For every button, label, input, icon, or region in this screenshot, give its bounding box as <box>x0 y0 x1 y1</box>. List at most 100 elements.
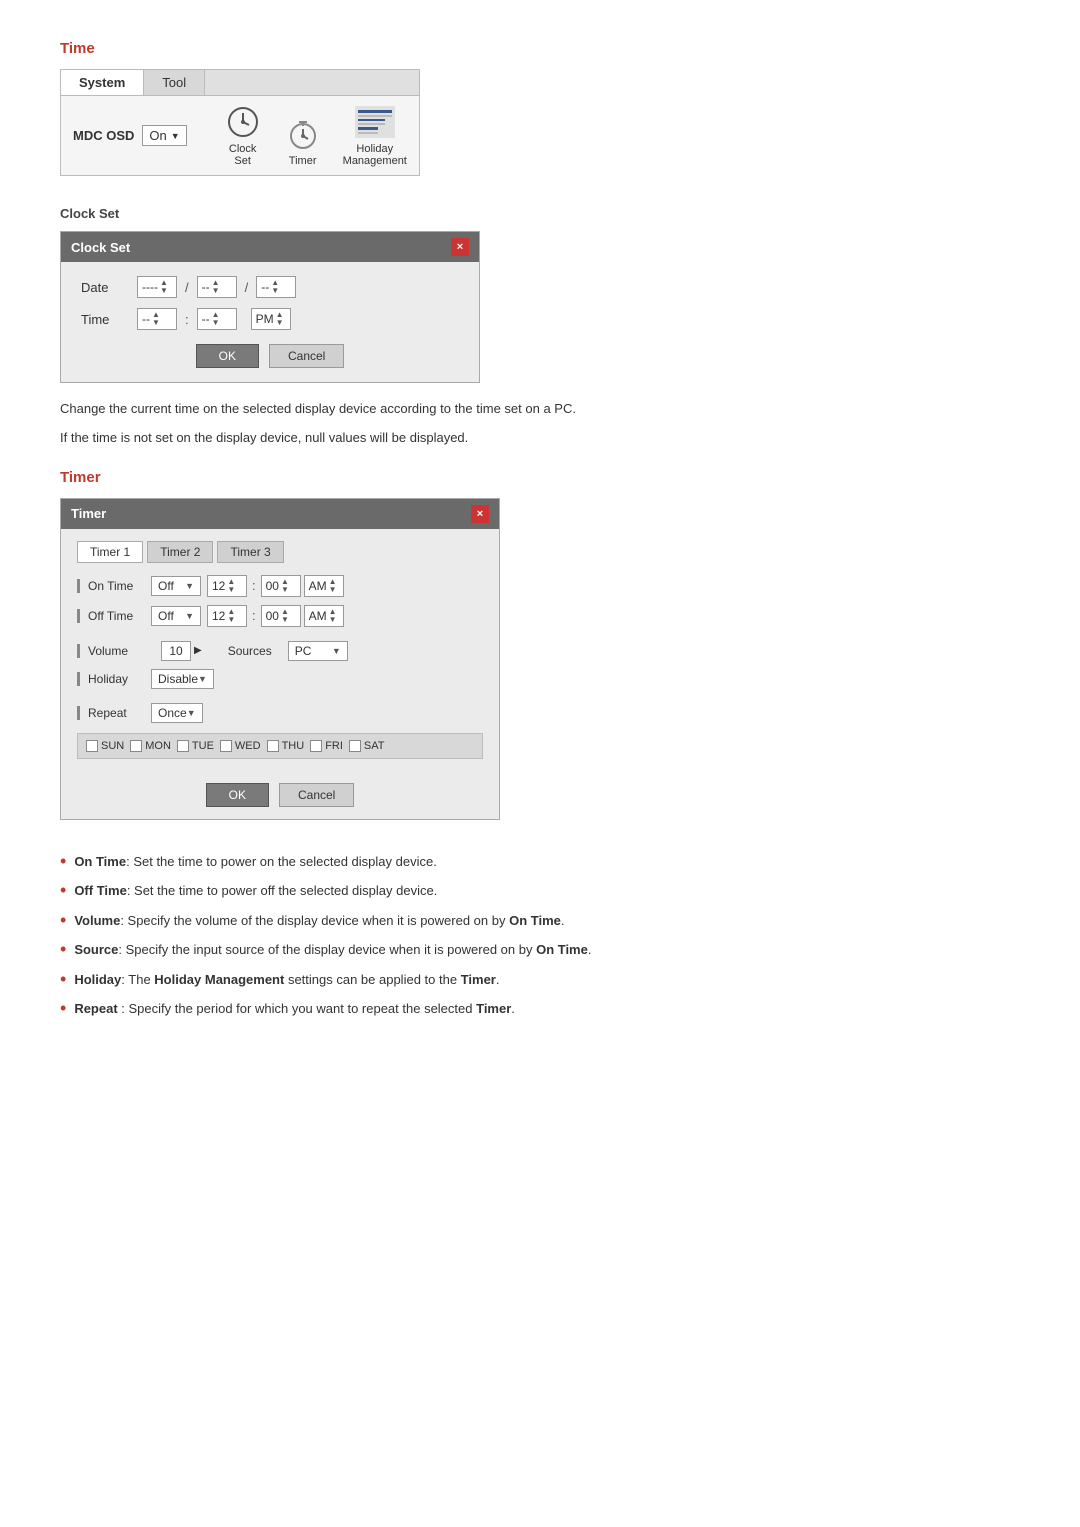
on-time-min-spinbox[interactable]: 00 ▲▼ <box>261 575 301 597</box>
on-time-hour-spinbox[interactable]: 12 ▲▼ <box>207 575 247 597</box>
on-time-ampm-arrows[interactable]: ▲▼ <box>329 578 337 594</box>
off-time-indicator <box>77 609 80 623</box>
on-time-min-arrows[interactable]: ▲▼ <box>281 578 289 594</box>
timer-section: Timer Timer × Timer 1 Timer 2 Timer 3 On… <box>60 469 1020 1019</box>
icon-buttons: ClockSet Timer <box>223 104 407 167</box>
time-hour-spinbox[interactable]: -- ▲▼ <box>137 308 177 330</box>
off-time-min-spinbox[interactable]: 00 ▲▼ <box>261 605 301 627</box>
bullet-dot-4: • <box>60 940 66 958</box>
date-year-arrows[interactable]: ▲▼ <box>160 279 168 295</box>
date-month-spinbox[interactable]: -- ▲▼ <box>197 276 237 298</box>
date-month-arrows[interactable]: ▲▼ <box>212 279 220 295</box>
tab-tool[interactable]: Tool <box>144 70 205 95</box>
mdc-osd-row: MDC OSD On ▼ <box>73 125 187 146</box>
bullet-dot-3: • <box>60 911 66 929</box>
day-sun[interactable]: SUN <box>86 740 124 752</box>
off-time-ampm-spinbox[interactable]: AM ▲▼ <box>304 605 344 627</box>
repeat-row: Repeat Once ▼ <box>77 703 483 723</box>
day-wed[interactable]: WED <box>220 740 261 752</box>
day-fri[interactable]: FRI <box>310 740 343 752</box>
time-hour-arrows[interactable]: ▲▼ <box>152 311 160 327</box>
holiday-icon-btn[interactable]: HolidayManagement <box>343 104 407 167</box>
day-tue[interactable]: TUE <box>177 740 214 752</box>
time-min-arrows[interactable]: ▲▼ <box>212 311 220 327</box>
date-day-arrows[interactable]: ▲▼ <box>271 279 279 295</box>
date-day-spinbox[interactable]: -- ▲▼ <box>256 276 296 298</box>
mdc-osd-label: MDC OSD <box>73 128 134 143</box>
timer-icon-btn[interactable]: Timer <box>283 116 323 167</box>
clock-set-buttons: OK Cancel <box>81 344 459 368</box>
sat-checkbox[interactable] <box>349 740 361 752</box>
on-time-ampm-spinbox[interactable]: AM ▲▼ <box>304 575 344 597</box>
sun-checkbox[interactable] <box>86 740 98 752</box>
on-time-inputs: 12 ▲▼ : 00 ▲▼ AM ▲▼ <box>207 575 344 597</box>
time-min-spinbox[interactable]: -- ▲▼ <box>197 308 237 330</box>
sources-select[interactable]: PC ▼ <box>288 641 348 661</box>
bullet-text-1: On Time: Set the time to power on the se… <box>74 852 437 872</box>
off-time-hour: 12 <box>212 609 225 623</box>
time-ampm-arrows[interactable]: ▲▼ <box>276 311 284 327</box>
repeat-arrow-icon: ▼ <box>187 708 196 718</box>
timer-label: Timer <box>289 155 317 167</box>
timer-cancel-button[interactable]: Cancel <box>279 783 354 807</box>
tab-system[interactable]: System <box>61 70 144 95</box>
on-select[interactable]: On ▼ <box>142 125 186 146</box>
time-ampm-spinbox[interactable]: PM ▲▼ <box>251 308 291 330</box>
timer-ok-button[interactable]: OK <box>206 783 269 807</box>
wed-label: WED <box>235 740 261 752</box>
time-ampm-value: PM <box>256 312 274 326</box>
wed-checkbox[interactable] <box>220 740 232 752</box>
off-time-select[interactable]: Off ▼ <box>151 606 201 626</box>
timer-tab-1[interactable]: Timer 1 <box>77 541 143 563</box>
holiday-value: Disable <box>158 672 198 686</box>
off-time-colon: : <box>252 608 256 623</box>
timer-tab-3[interactable]: Timer 3 <box>217 541 283 563</box>
off-time-ampm-arrows[interactable]: ▲▼ <box>329 608 337 624</box>
day-sat[interactable]: SAT <box>349 740 385 752</box>
sources-value: PC <box>295 644 312 658</box>
volume-right-arrow-icon[interactable]: ▶ <box>194 645 202 656</box>
off-time-hour-spinbox[interactable]: 12 ▲▼ <box>207 605 247 627</box>
timer-tab-2[interactable]: Timer 2 <box>147 541 213 563</box>
clock-set-dialog: Clock Set × Date ---- ▲▼ / -- ▲▼ / -- ▲▼ <box>60 231 480 383</box>
clock-set-cancel-button[interactable]: Cancel <box>269 344 344 368</box>
bullet-dot-5: • <box>60 970 66 988</box>
volume-label: Volume <box>77 644 145 658</box>
day-mon[interactable]: MON <box>130 740 171 752</box>
tue-checkbox[interactable] <box>177 740 189 752</box>
clock-set-body: Date ---- ▲▼ / -- ▲▼ / -- ▲▼ Time <box>61 262 479 382</box>
date-day-value: -- <box>261 280 269 294</box>
thu-checkbox[interactable] <box>267 740 279 752</box>
holiday-label: HolidayManagement <box>343 143 407 167</box>
mon-checkbox[interactable] <box>130 740 142 752</box>
bullet-text-5: Holiday: The Holiday Management settings… <box>74 970 499 990</box>
volume-indicator <box>77 644 80 658</box>
date-sep1: / <box>185 280 189 295</box>
on-time-min: 00 <box>266 579 279 593</box>
clock-set-ok-button[interactable]: OK <box>196 344 259 368</box>
tue-label: TUE <box>192 740 214 752</box>
clock-icon <box>223 104 263 140</box>
on-time-row: On Time Off ▼ 12 ▲▼ : 00 ▲▼ <box>77 575 483 597</box>
desc-text-1: Change the current time on the selected … <box>60 399 1020 420</box>
fri-checkbox[interactable] <box>310 740 322 752</box>
off-time-value: Off <box>158 609 174 623</box>
off-time-min-arrows[interactable]: ▲▼ <box>281 608 289 624</box>
time-row: Time -- ▲▼ : -- ▲▼ PM ▲▼ <box>81 308 459 330</box>
day-thu[interactable]: THU <box>267 740 305 752</box>
timer-body: Timer 1 Timer 2 Timer 3 On Time Off ▼ 12 <box>61 529 499 819</box>
repeat-select[interactable]: Once ▼ <box>151 703 203 723</box>
volume-value[interactable]: 10 <box>161 641 191 661</box>
on-time-hour: 12 <box>212 579 225 593</box>
time-min-value: -- <box>202 312 210 326</box>
timer-close-button[interactable]: × <box>471 505 489 523</box>
top-panel-tabs: System Tool <box>61 70 419 96</box>
off-time-hour-arrows[interactable]: ▲▼ <box>227 608 235 624</box>
clock-set-icon-btn[interactable]: ClockSet <box>223 104 263 167</box>
on-time-hour-arrows[interactable]: ▲▼ <box>227 578 235 594</box>
on-time-select[interactable]: Off ▼ <box>151 576 201 596</box>
holiday-select[interactable]: Disable ▼ <box>151 669 214 689</box>
on-value: On <box>149 128 166 143</box>
clock-set-close-button[interactable]: × <box>451 238 469 256</box>
date-year-spinbox[interactable]: ---- ▲▼ <box>137 276 177 298</box>
